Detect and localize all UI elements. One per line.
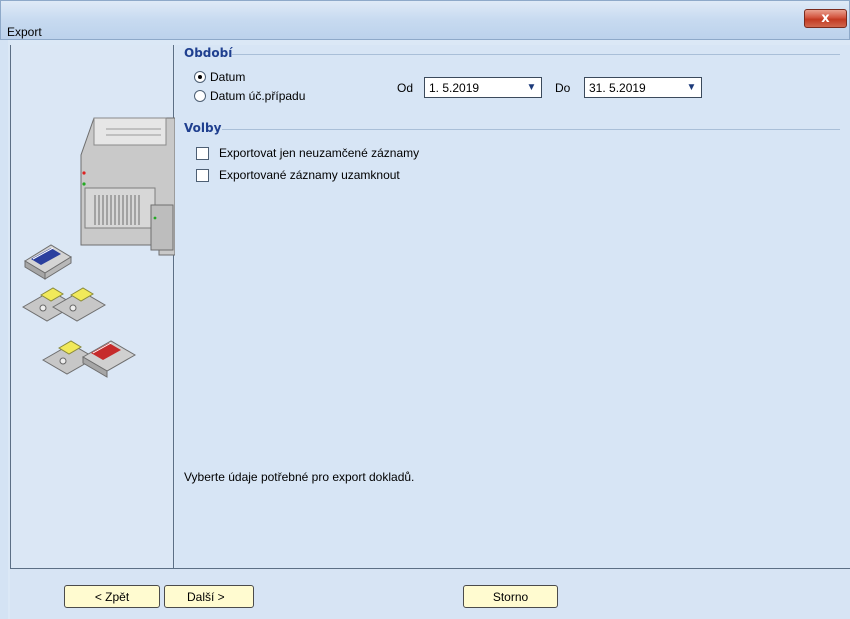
to-date-combo[interactable]: 31. 5.2019 ▼ <box>584 77 702 98</box>
window-title: Export <box>7 25 42 39</box>
radio-datum-indicator[interactable] <box>194 71 206 83</box>
from-date-combo[interactable]: 1. 5.2019 ▼ <box>424 77 542 98</box>
next-button[interactable]: Další > <box>164 585 254 608</box>
radio-datum-ucp[interactable]: Datum úč.případu <box>194 89 305 103</box>
floppy-icon <box>22 287 106 322</box>
to-date-value: 31. 5.2019 <box>589 80 646 95</box>
checkbox-lock-exported-box[interactable] <box>196 168 209 182</box>
radio-datum-ucp-label: Datum úč.případu <box>210 89 306 103</box>
chevron-down-icon[interactable]: ▼ <box>684 80 699 95</box>
back-button-label: < Zpět <box>94 589 130 604</box>
from-date-value: 1. 5.2019 <box>429 80 480 95</box>
checkbox-lock-exported-label: Exportované záznamy uzamknout <box>219 168 400 182</box>
options-group-label: Volby <box>184 121 222 135</box>
computer-icon <box>80 117 175 256</box>
options-group-divider <box>222 129 840 130</box>
next-button-label: Další > <box>187 589 225 604</box>
from-label: Od <box>397 81 414 95</box>
chevron-down-icon[interactable]: ▼ <box>524 80 539 95</box>
checkbox-export-unlocked-box[interactable] <box>196 146 209 160</box>
radio-datum[interactable]: Datum <box>194 70 245 84</box>
radio-datum-ucp-indicator[interactable] <box>194 90 206 102</box>
period-group-divider <box>232 54 840 55</box>
cancel-button[interactable]: Storno <box>463 585 558 608</box>
period-group-label: Období <box>184 46 233 60</box>
checkbox-lock-exported[interactable]: Exportované záznamy uzamknout <box>196 168 400 182</box>
content-panel <box>175 45 850 568</box>
to-label: Do <box>555 81 571 95</box>
floppy-stack-icon <box>42 340 136 378</box>
close-button[interactable]: x <box>804 9 847 28</box>
checkbox-export-unlocked-label: Exportovat jen neuzamčené záznamy <box>219 146 420 160</box>
back-button[interactable]: < Zpět <box>64 585 160 608</box>
tape-icon <box>24 244 72 280</box>
export-illustration <box>22 117 175 378</box>
title-bar: Export x <box>0 0 850 40</box>
cancel-button-label: Storno <box>492 589 529 604</box>
illustration-panel <box>10 45 175 568</box>
close-icon: x <box>821 11 830 26</box>
radio-datum-label: Datum <box>210 70 246 84</box>
checkbox-export-unlocked[interactable]: Exportovat jen neuzamčené záznamy <box>196 146 419 160</box>
info-text: Vyberte údaje potřebné pro export doklad… <box>184 470 415 484</box>
